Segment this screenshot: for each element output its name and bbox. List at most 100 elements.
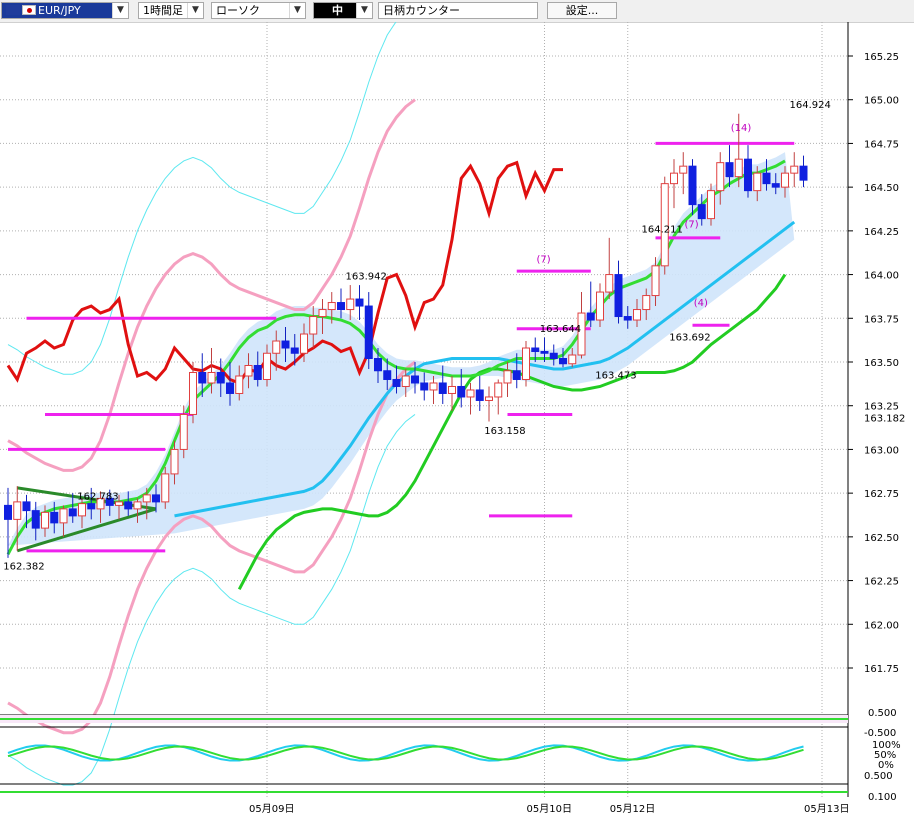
size-select[interactable]: 中 ▼ — [313, 2, 373, 19]
candle-body — [383, 370, 392, 380]
candle-body — [59, 508, 68, 524]
y-tick-label: 164.75 — [864, 139, 899, 150]
y-tick-label: 164.50 — [864, 183, 899, 194]
candle-body — [374, 358, 382, 372]
candle-body — [670, 172, 678, 185]
candle-body — [50, 511, 59, 524]
candle-body — [466, 389, 475, 398]
candle-body — [272, 340, 281, 354]
candle-body — [253, 364, 262, 380]
price-annotation: 163.692 — [669, 332, 710, 343]
candle-body — [115, 501, 123, 506]
osc-tick-label: 0.500 — [864, 771, 893, 782]
candle-body — [623, 316, 632, 321]
candle-body — [651, 265, 660, 297]
candle-body — [346, 298, 355, 311]
chevron-down-icon[interactable]: ▼ — [289, 3, 305, 18]
candle-body — [179, 413, 188, 450]
candle-body — [586, 312, 595, 321]
candle-body — [734, 158, 743, 178]
y-tick-label: 163.75 — [864, 314, 899, 325]
candle-body — [124, 501, 133, 510]
candle-body — [198, 371, 207, 384]
y-tick-label: 162.25 — [864, 577, 899, 588]
price-annotation: 162.382 — [3, 561, 44, 572]
count-label: (7) — [537, 254, 551, 265]
candle-body — [688, 165, 697, 206]
candle-body — [799, 165, 808, 181]
candle-body — [281, 340, 290, 349]
candle-body — [68, 508, 77, 517]
settings-button[interactable]: 設定... — [547, 2, 617, 19]
price-annotation: 162.783 — [77, 491, 118, 502]
y-tick-label: 165.25 — [864, 52, 899, 63]
candle-body — [4, 504, 12, 520]
y-tick-label: 164.25 — [864, 227, 899, 238]
price-annotation: 163.473 — [595, 371, 636, 382]
y-tick-label: 162.75 — [864, 489, 899, 500]
y-tick-label: 163.25 — [864, 402, 899, 413]
candle-body — [781, 172, 789, 188]
chevron-down-icon[interactable]: ▼ — [112, 3, 128, 18]
candle-body — [549, 352, 558, 360]
osc-tick-label: 0.500 — [868, 708, 897, 719]
oscillator-panels — [0, 714, 848, 793]
candle-body — [355, 298, 364, 307]
candle-body — [679, 165, 688, 174]
grid — [0, 22, 848, 797]
ichimoku-cloud — [8, 152, 795, 546]
price-annotation: 163.158 — [484, 426, 525, 437]
price-annotation: 163.644 — [540, 324, 581, 335]
chart-type-label: ローソク — [216, 4, 260, 17]
candle-body — [337, 302, 345, 311]
candle-body — [633, 309, 641, 321]
current-price-label: 163.182 — [864, 414, 905, 425]
eu-flag-icon — [6, 5, 20, 15]
y-tick-label: 164.00 — [864, 271, 899, 282]
chevron-down-icon[interactable]: ▼ — [187, 3, 203, 18]
candle-body — [226, 382, 234, 394]
candle-body — [642, 295, 651, 311]
candle-body — [707, 190, 715, 220]
price-chart[interactable]: 165.25 165.00 164.75 164.50 164.25 164.00 163.… — [0, 22, 914, 819]
y-tick-label: 165.00 — [864, 96, 899, 107]
price-annotation: 163.942 — [346, 272, 387, 283]
candle-body — [494, 382, 503, 398]
candle-body — [457, 385, 466, 398]
candle-body — [411, 375, 419, 384]
candle-body — [614, 274, 623, 318]
candle-body — [790, 165, 799, 174]
candle-body — [87, 503, 96, 510]
candle-body — [522, 347, 530, 380]
candle-body — [318, 309, 327, 318]
candle-body — [152, 494, 160, 503]
size-label: 中 — [332, 4, 343, 17]
candle-body — [725, 162, 734, 178]
timeframe-label: 1時間足 — [143, 4, 183, 17]
candle-body — [78, 503, 86, 517]
counter-label: 日柄カウンター — [383, 4, 460, 17]
count-label: (14) — [731, 123, 752, 134]
candle-body — [309, 316, 318, 335]
candle-body — [244, 364, 253, 377]
counter-field[interactable]: 日柄カウンター — [378, 2, 538, 19]
candle-body — [133, 501, 142, 510]
x-date-label: 05月12日 — [610, 803, 655, 815]
x-date-label: 05月10日 — [527, 803, 572, 815]
chart-type-select[interactable]: ローソク ▼ — [211, 2, 306, 19]
candle-body — [235, 375, 244, 394]
osc-tick-label: -0.500 — [864, 728, 896, 739]
candle-body — [762, 172, 771, 185]
candle-body — [401, 375, 410, 387]
chevron-down-icon[interactable]: ▼ — [356, 3, 372, 18]
candle-body — [420, 382, 429, 391]
jp-flag-icon — [22, 5, 36, 15]
candle-body — [207, 371, 216, 384]
candle-body — [429, 382, 438, 391]
candle-body — [142, 494, 151, 503]
settings-label: 設定... — [565, 4, 599, 17]
symbol-select[interactable]: EUR/JPY ▼ — [1, 2, 129, 19]
candle-body — [13, 501, 22, 520]
timeframe-select[interactable]: 1時間足 ▼ — [138, 2, 204, 19]
candle-body — [216, 371, 225, 384]
